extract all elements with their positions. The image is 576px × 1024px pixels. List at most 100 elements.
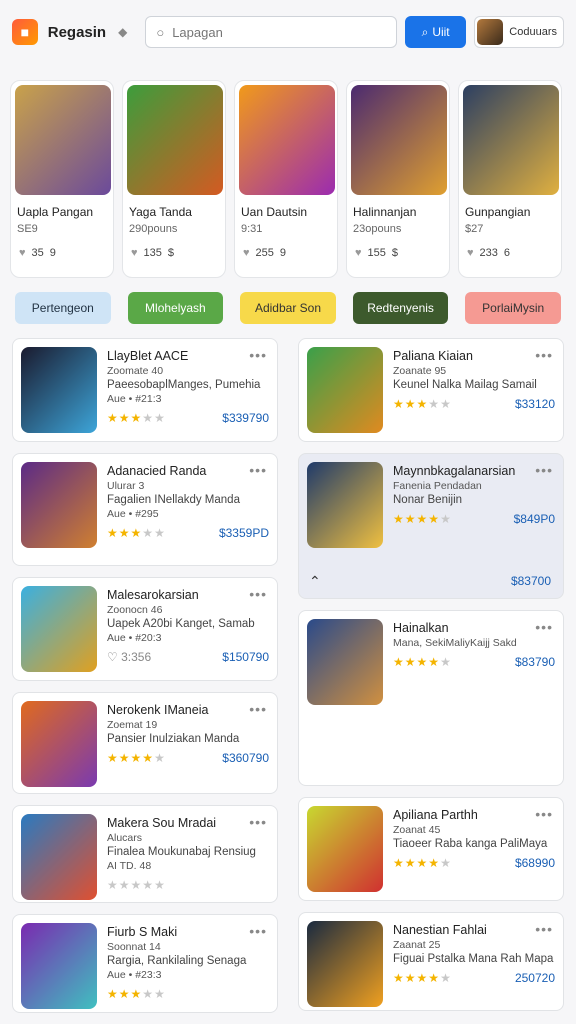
app-thumbnail[interactable] bbox=[307, 806, 383, 892]
heart-icon[interactable]: ♥ bbox=[131, 247, 138, 259]
star-icon: ★ bbox=[107, 751, 119, 765]
featured-extra: $ bbox=[167, 247, 175, 259]
app-thumbnail[interactable] bbox=[21, 586, 97, 672]
app-card[interactable]: Apiliana Parthh Zoanat 45 Tiaoeer Raba kan… bbox=[298, 797, 564, 901]
app-detail: Aue • #20:3 bbox=[107, 632, 162, 644]
app-price-secondary: $83700 bbox=[510, 574, 551, 588]
more-options-icon[interactable]: ••• bbox=[249, 701, 267, 717]
collapse-icon[interactable]: ⌃ bbox=[309, 573, 321, 590]
app-card[interactable]: Paliana Kiaian Zoanate 95 Keunel Nalka Mai… bbox=[298, 338, 564, 442]
star-icon: ★ bbox=[154, 751, 166, 765]
more-options-icon[interactable]: ••• bbox=[535, 921, 553, 937]
more-options-icon[interactable]: ••• bbox=[249, 347, 267, 363]
featured-card[interactable]: Uan Dautsin 9:31 ♥ 255 9 bbox=[234, 80, 338, 278]
app-description: Fagalien INellakdy Manda bbox=[107, 494, 240, 506]
app-thumbnail[interactable] bbox=[307, 347, 383, 433]
app-price: $68990 bbox=[514, 856, 555, 870]
heart-icon[interactable]: ♥ bbox=[243, 247, 250, 259]
app-thumbnail[interactable] bbox=[21, 923, 97, 1009]
more-options-icon[interactable]: ••• bbox=[249, 814, 267, 830]
app-thumbnail[interactable] bbox=[307, 921, 383, 1007]
star-icon: ★ bbox=[416, 512, 429, 526]
more-options-icon[interactable]: ••• bbox=[535, 462, 553, 478]
star-icon: ★ bbox=[142, 751, 155, 765]
featured-card[interactable]: Gunpangian $27 ♥ 233 6 bbox=[458, 80, 562, 278]
featured-extra: 9 bbox=[279, 247, 287, 259]
app-card[interactable]: Nanestian Fahlai Zaanat 25 Figuai Pstalka … bbox=[298, 912, 564, 1011]
more-options-icon[interactable]: ••• bbox=[535, 806, 553, 822]
heart-icon[interactable]: ♥ bbox=[467, 247, 474, 259]
like-count: 3:356 bbox=[121, 650, 152, 664]
featured-thumbnail[interactable] bbox=[239, 85, 335, 195]
app-description: Uapek A20bi Kanget, Samab bbox=[107, 618, 255, 630]
more-options-icon[interactable]: ••• bbox=[535, 619, 553, 635]
featured-thumbnail[interactable] bbox=[127, 85, 223, 195]
featured-card[interactable]: Yaga Tanda 290pouns ♥ 135 $ bbox=[122, 80, 226, 278]
app-card[interactable]: Makera Sou Mradai Alucars Finalea Moukunab… bbox=[12, 805, 278, 903]
search-button[interactable]: ⌕ Uiit bbox=[404, 16, 467, 48]
heart-icon[interactable]: ♥ bbox=[19, 247, 26, 259]
app-card[interactable]: LlayBlet AACE Zoomate 40 PaeesobaplManges,… bbox=[12, 338, 278, 442]
search-box[interactable]: ○ bbox=[145, 16, 397, 48]
app-thumbnail[interactable] bbox=[307, 619, 383, 705]
app-card[interactable]: Hainalkan Mana, SekiMaliyKaijj Sakd ★★★★★ $… bbox=[298, 610, 564, 786]
featured-likes: 135 bbox=[143, 247, 162, 259]
app-card[interactable]: $83700 ⌃ Maynnbkagalanarsian Fanenia Pendad… bbox=[298, 453, 564, 599]
featured-subtitle: 23opouns bbox=[353, 223, 402, 235]
app-price: $150790 bbox=[222, 650, 269, 664]
app-card[interactable]: Fiurb S Maki Soonnat 14 Rargia, Rankilalin… bbox=[12, 914, 278, 1013]
rating-stars: ★★★★★ bbox=[393, 856, 452, 870]
filter-chip[interactable]: Adidbar Son bbox=[240, 292, 336, 324]
rating-stars: ★★★★★ bbox=[107, 526, 166, 540]
star-icon: ★ bbox=[154, 411, 166, 425]
app-description: Rargia, Rankilaling Senaga bbox=[107, 955, 247, 967]
app-detail: Aue • #295 bbox=[107, 508, 159, 520]
featured-thumbnail[interactable] bbox=[351, 85, 447, 195]
star-icon: ★ bbox=[428, 397, 441, 411]
featured-subtitle: 9:31 bbox=[241, 223, 263, 235]
star-icon: ★ bbox=[154, 987, 166, 1001]
featured-thumbnail[interactable] bbox=[15, 85, 111, 195]
more-options-icon[interactable]: ••• bbox=[535, 347, 553, 363]
app-card[interactable]: Nerokenk IManeia Zoemat 19 Pansier Inulzia… bbox=[12, 692, 278, 794]
rating-stars: ★★★★★ bbox=[393, 655, 452, 669]
app-card[interactable]: Adanacied Randa Ulurar 3 Fagalien INellakd… bbox=[12, 453, 278, 566]
filter-chip[interactable]: Mlohelyash bbox=[127, 292, 224, 324]
star-icon: ★ bbox=[416, 971, 429, 985]
app-price: 250720 bbox=[514, 971, 555, 985]
app-thumbnail[interactable] bbox=[21, 814, 97, 900]
star-icon: ★ bbox=[393, 971, 405, 985]
app-logo-icon[interactable]: ■ bbox=[12, 19, 38, 45]
app-card[interactable]: Malesarokarsian Zoonocn 46 Uapek A20bi Kan… bbox=[12, 577, 278, 681]
filter-chip[interactable]: Pertengeon bbox=[15, 292, 111, 324]
more-options-icon[interactable]: ••• bbox=[249, 586, 267, 602]
app-description: PaeesobaplManges, Pumehia bbox=[107, 379, 261, 391]
app-thumbnail[interactable] bbox=[21, 347, 97, 433]
star-icon: ★ bbox=[130, 987, 143, 1001]
more-options-icon[interactable]: ••• bbox=[249, 462, 267, 478]
app-thumbnail[interactable] bbox=[21, 701, 97, 787]
app-thumbnail[interactable] bbox=[21, 462, 97, 548]
heart-icon[interactable]: ♡ 3:356 bbox=[107, 650, 151, 664]
app-price: $3359PD bbox=[218, 526, 269, 540]
featured-card[interactable]: Uapla Pangan SE9 ♥ 35 9 bbox=[10, 80, 114, 278]
chevron-icon[interactable]: ◆ bbox=[118, 25, 127, 39]
featured-extra: 9 bbox=[49, 247, 56, 259]
star-icon: ★ bbox=[440, 971, 452, 985]
app-thumbnail[interactable] bbox=[307, 462, 383, 548]
filter-chip[interactable]: Redtenyenis bbox=[352, 292, 449, 324]
app-detail: AI TD. 48 bbox=[107, 860, 152, 872]
search-input[interactable] bbox=[172, 24, 373, 40]
filter-chip[interactable]: PorlaiMysin bbox=[465, 292, 561, 324]
featured-thumbnail[interactable] bbox=[463, 85, 559, 195]
heart-icon[interactable]: ♥ bbox=[355, 247, 362, 259]
app-footer: ★★★★★ $339790 bbox=[107, 411, 269, 425]
app-footer: ★★★★★ bbox=[107, 878, 269, 892]
app-info: Adanacied Randa Ulurar 3 Fagalien INellakd… bbox=[107, 462, 269, 557]
user-menu[interactable]: Coduuars bbox=[474, 16, 564, 48]
more-options-icon[interactable]: ••• bbox=[249, 923, 267, 939]
featured-card[interactable]: Halinnanjan 23opouns ♥ 155 $ bbox=[346, 80, 450, 278]
star-icon: ★ bbox=[404, 512, 417, 526]
app-info: Makera Sou Mradai Alucars Finalea Moukunab… bbox=[107, 814, 269, 894]
star-icon: ★ bbox=[440, 512, 452, 526]
